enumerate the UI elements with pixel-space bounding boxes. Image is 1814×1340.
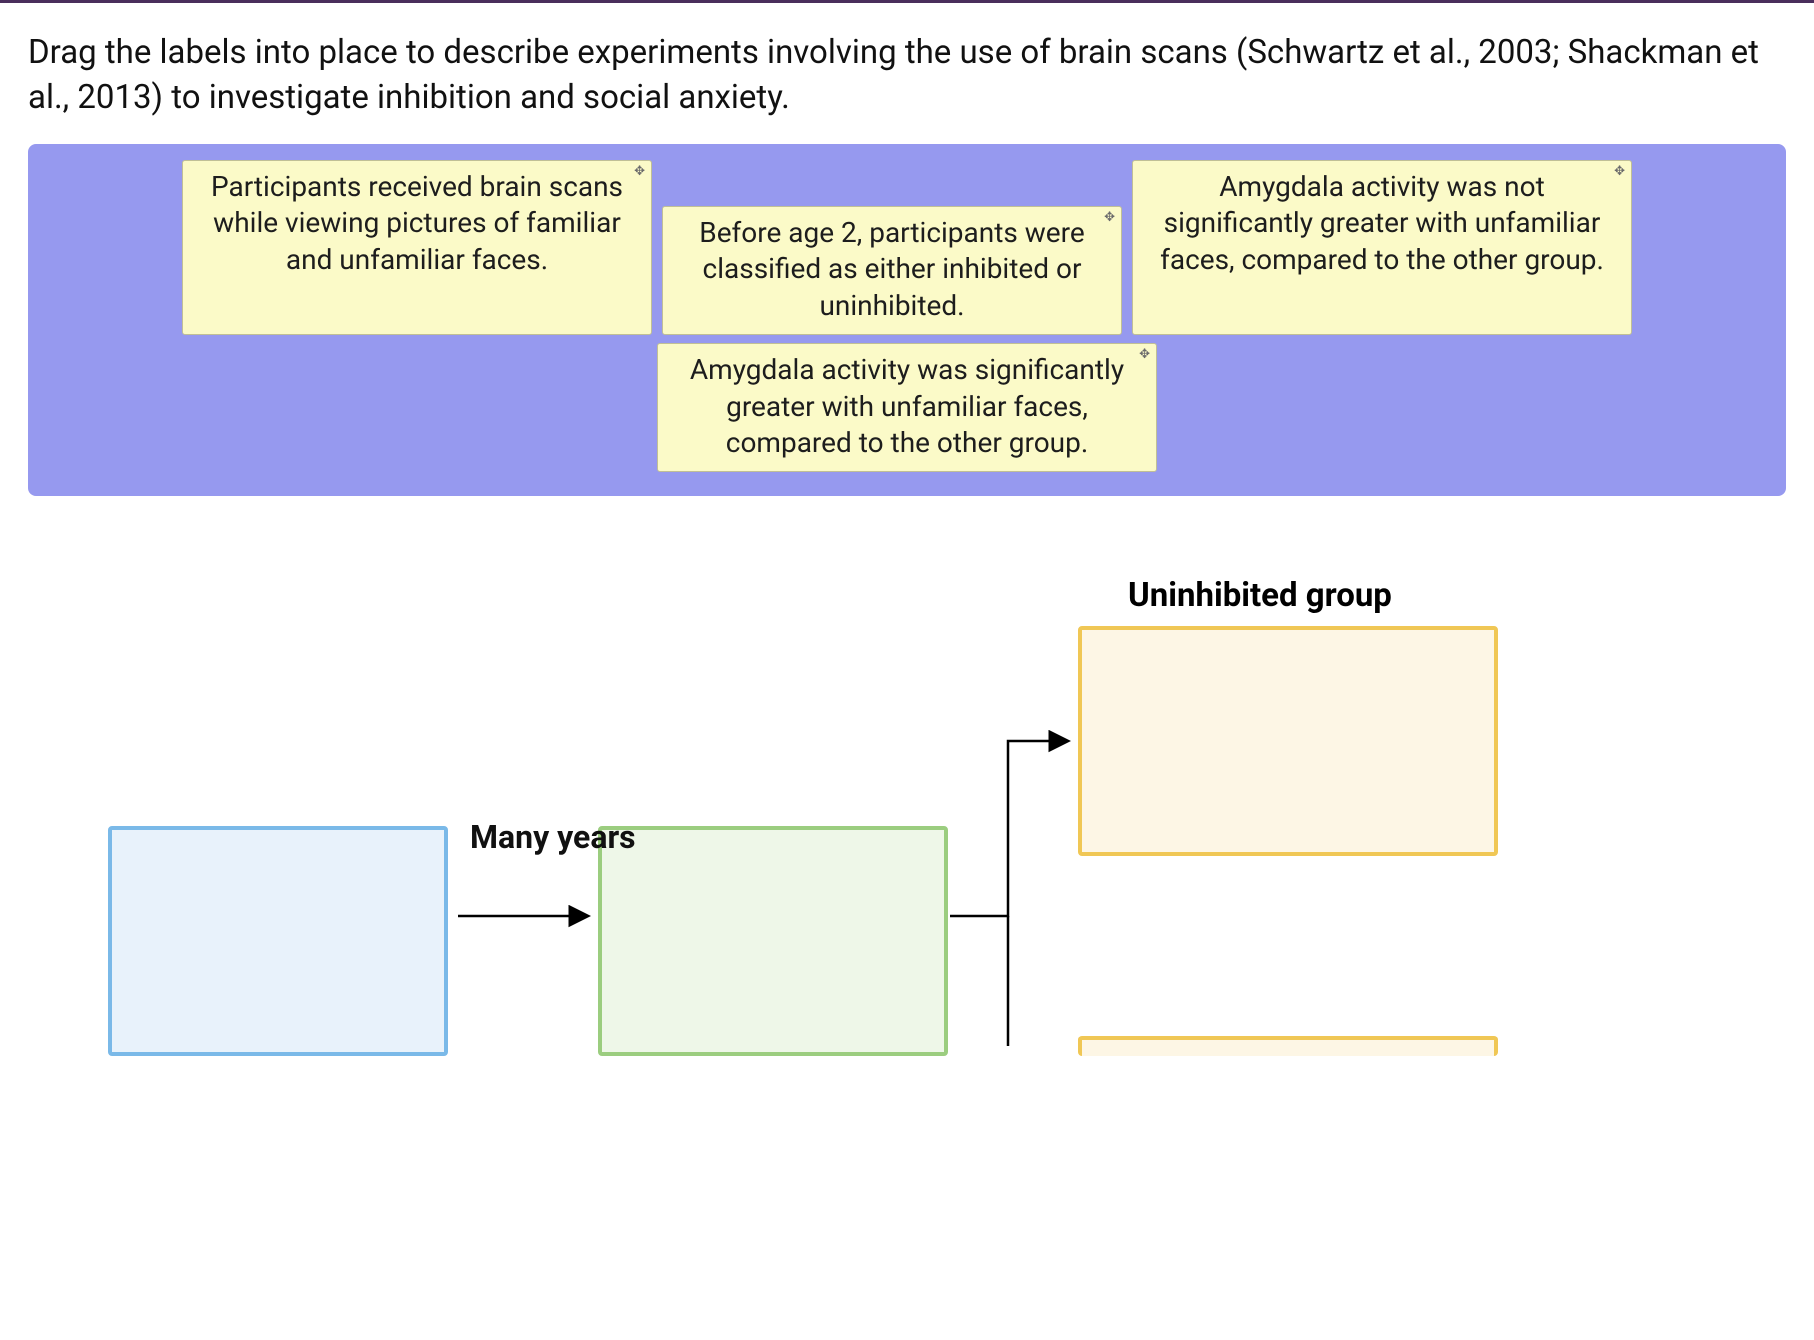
drop-zone-start[interactable]: [108, 826, 448, 1056]
drag-label-brain-scans[interactable]: ✥ Participants received brain scans whil…: [182, 160, 652, 335]
drag-label-text: Amygdala activity was significantly grea…: [690, 353, 1124, 459]
drop-zone-uninhibited[interactable]: [1078, 626, 1498, 856]
drag-label-text: Amygdala activity was not significantly …: [1160, 170, 1604, 276]
drag-label-text: Participants received brain scans while …: [211, 170, 623, 276]
question-prompt: Drag the labels into place to describe e…: [28, 31, 1786, 120]
move-icon: ✥: [1104, 211, 1115, 224]
move-icon: ✥: [634, 165, 645, 178]
drop-zone-middle[interactable]: [598, 826, 948, 1056]
drag-label-significant[interactable]: ✥ Amygdala activity was significantly gr…: [657, 343, 1157, 472]
heading-uninhibited-group: Uninhibited group: [1128, 576, 1392, 615]
label-bank-row-2: ✥ Amygdala activity was significantly gr…: [46, 343, 1768, 472]
label-bank: ✥ Participants received brain scans whil…: [28, 144, 1786, 496]
diagram-area: Uninhibited group Many years: [28, 536, 1786, 1076]
drag-label-not-significant[interactable]: ✥ Amygdala activity was not significantl…: [1132, 160, 1632, 335]
label-bank-row-1: ✥ Participants received brain scans whil…: [46, 160, 1768, 335]
drag-label-before-age-2[interactable]: ✥ Before age 2, participants were classi…: [662, 206, 1122, 335]
move-icon: ✥: [1614, 165, 1625, 178]
drag-label-text: Before age 2, participants were classifi…: [699, 216, 1084, 322]
question-page: Drag the labels into place to describe e…: [0, 3, 1814, 1076]
move-icon: ✥: [1139, 348, 1150, 361]
arrow-caption-many-years: Many years: [470, 820, 636, 855]
drop-zone-lower-partial[interactable]: [1078, 1036, 1498, 1056]
